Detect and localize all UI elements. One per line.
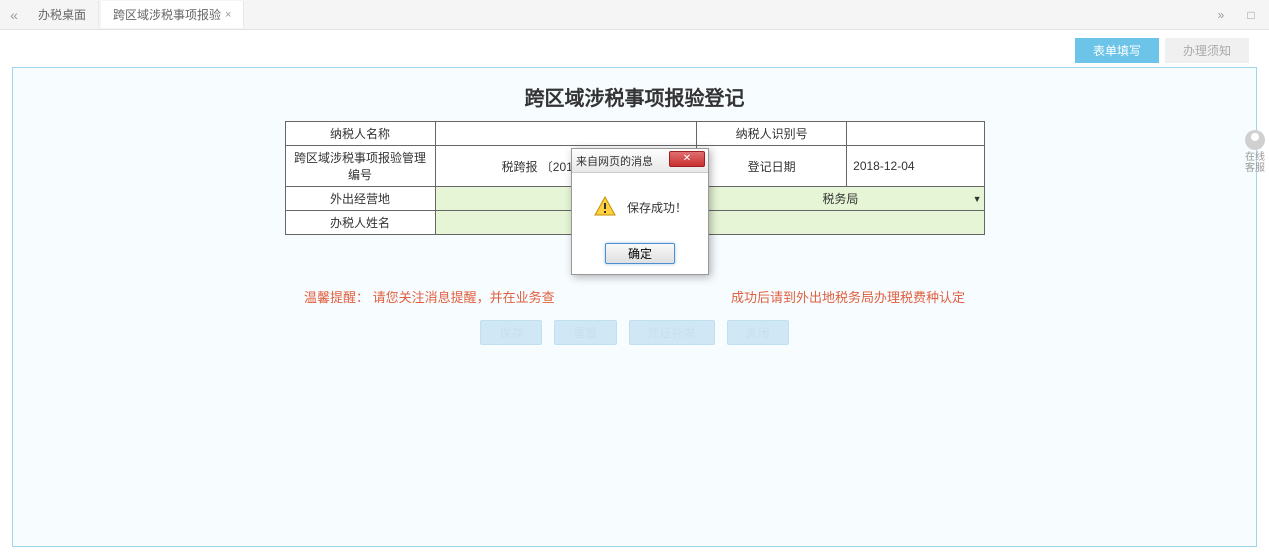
alert-dialog: 来自网页的消息 ✕ 保存成功！ 确定: [571, 148, 709, 275]
reset-button[interactable]: 重置: [554, 320, 616, 345]
action-buttons: 保存 重置 凭证补发 关闭: [13, 320, 1256, 345]
save-button[interactable]: 保存: [480, 320, 542, 345]
label-reg-date: 登记日期: [697, 146, 847, 187]
value-handler-ext[interactable]: [697, 211, 984, 235]
side-text2: 客服: [1241, 163, 1269, 174]
value-taxpayer-id: [847, 122, 984, 146]
tab-label: 跨区域涉税事项报验: [113, 6, 221, 23]
avatar-icon: [1245, 130, 1265, 150]
main-panel: 跨区域涉税事项报验登记 纳税人名称 纳税人识别号 跨区域涉税事项报验管理编号 税…: [12, 67, 1257, 547]
tab-desktop[interactable]: 办税桌面: [26, 1, 99, 28]
dialog-title: 来自网页的消息: [576, 153, 653, 169]
dialog-message: 保存成功！: [627, 199, 687, 216]
close-icon[interactable]: ×: [225, 9, 231, 21]
chevron-down-icon: ▼: [973, 194, 982, 204]
label-out-place: 外出经营地: [285, 187, 435, 211]
nav-forward-icon[interactable]: »: [1207, 5, 1235, 25]
cert-reissue-button[interactable]: 凭证补发: [629, 320, 715, 345]
warning-icon: [593, 195, 617, 219]
label-taxpayer-name: 纳税人名称: [285, 122, 435, 146]
dialog-footer: 确定: [572, 237, 708, 274]
dialog-body: 保存成功！: [572, 173, 708, 237]
value-taxpayer-name: [435, 122, 697, 146]
label-handler: 办税人姓名: [285, 211, 435, 235]
nav-back-icon[interactable]: «: [4, 5, 24, 25]
value-reg-date: 2018-12-04: [847, 146, 984, 187]
dialog-close-button[interactable]: ✕: [669, 151, 705, 167]
label-mgmt-no: 跨区域涉税事项报验管理编号: [285, 146, 435, 187]
page-title: 跨区域涉税事项报验登记: [285, 76, 985, 121]
dropdown-value: 税务局: [822, 192, 858, 206]
tab-label: 办税桌面: [38, 6, 86, 23]
sub-tabs: 表单填写 办理须知: [12, 38, 1257, 63]
reminder-text: 温馨提醒： 请您关注消息提醒，并在业务查 询中查看业务办理状态。报验 成功后请到…: [13, 287, 1256, 306]
online-service-widget[interactable]: 在线 客服: [1241, 130, 1269, 174]
side-text1: 在线: [1241, 152, 1269, 163]
label-taxpayer-id: 纳税人识别号: [697, 122, 847, 146]
maximize-icon[interactable]: □: [1237, 5, 1265, 25]
dialog-titlebar[interactable]: 来自网页的消息 ✕: [572, 149, 708, 173]
ok-button[interactable]: 确定: [605, 243, 675, 264]
tax-bureau-dropdown[interactable]: 税务局 ▼: [697, 187, 984, 211]
close-button[interactable]: 关闭: [727, 320, 789, 345]
content-area: 表单填写 办理须知 跨区域涉税事项报验登记 纳税人名称 纳税人识别号 跨区域涉税…: [0, 30, 1269, 555]
subtab-form-fill[interactable]: 表单填写: [1075, 38, 1159, 63]
top-bar: « 办税桌面 跨区域涉税事项报验 × » □: [0, 0, 1269, 30]
table-row: 纳税人名称 纳税人识别号: [285, 122, 984, 146]
tab-cross-region[interactable]: 跨区域涉税事项报验 ×: [101, 1, 244, 28]
subtab-notice[interactable]: 办理须知: [1165, 38, 1249, 63]
